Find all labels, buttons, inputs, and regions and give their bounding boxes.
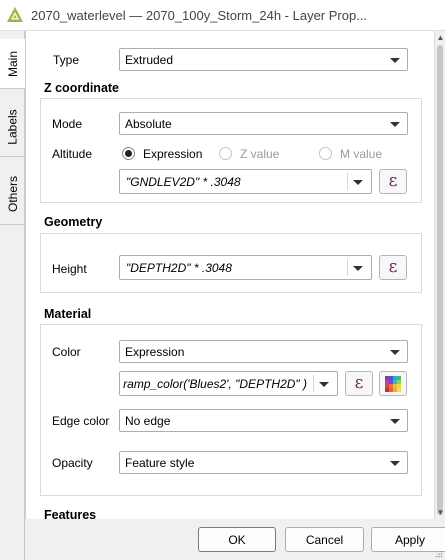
altitude-expression-value: "GNDLEV2D" * .3048	[126, 175, 241, 189]
opacity-select[interactable]: Feature style	[119, 451, 408, 474]
epsilon-icon: ε	[388, 257, 398, 277]
height-expression-button[interactable]: ε	[379, 255, 407, 280]
color-expression-field[interactable]: ramp_color('Blues2', "DEPTH2D" )	[119, 371, 338, 396]
chevron-down-icon	[353, 180, 363, 185]
qgis-logo-icon	[7, 7, 23, 22]
chevron-down-icon	[390, 419, 400, 424]
tab-labels[interactable]: Labels	[0, 97, 25, 157]
chevron-down-icon	[390, 461, 400, 466]
opacity-label: Opacity	[52, 456, 93, 470]
type-label: Type	[53, 53, 80, 67]
epsilon-icon: ε	[354, 373, 364, 393]
scroll-down-icon[interactable]: ▼	[436, 508, 445, 517]
apply-button[interactable]: Apply	[371, 527, 445, 552]
tab-main-label: Main	[5, 50, 20, 77]
radio-m-value[interactable]	[319, 147, 332, 160]
edge-color-select[interactable]: No edge	[119, 409, 408, 432]
radio-z-value[interactable]	[219, 147, 232, 160]
scrollbar-thumb[interactable]	[437, 45, 443, 515]
height-expression-field[interactable]: "DEPTH2D" * .3048	[119, 255, 372, 280]
altitude-label: Altitude	[52, 147, 93, 161]
edge-color-value: No edge	[125, 414, 171, 428]
color-mode-select[interactable]: Expression	[119, 340, 408, 363]
geometry-title: Geometry	[44, 215, 103, 229]
altitude-expression-button[interactable]: ε	[379, 169, 407, 194]
chevron-down-icon	[390, 58, 400, 63]
edge-color-label: Edge color	[52, 414, 110, 428]
vertical-scrollbar[interactable]: ▲ ▼	[434, 31, 445, 519]
cancel-button[interactable]: Cancel	[285, 527, 364, 552]
ok-button[interactable]: OK	[198, 527, 276, 552]
features-title: Features	[44, 508, 97, 519]
color-ramp-button[interactable]	[379, 371, 407, 396]
altitude-expression-field[interactable]: "GNDLEV2D" * .3048	[119, 169, 372, 194]
color-expression-button[interactable]: ε	[345, 371, 373, 396]
window-title: 2070_waterlevel — 2070_100y_Storm_24h - …	[31, 8, 368, 23]
radio-z-value-label: Z value	[240, 147, 280, 161]
mode-select[interactable]: Absolute	[119, 112, 408, 135]
color-mode-value: Expression	[125, 345, 185, 359]
height-expression-value: "DEPTH2D" * .3048	[126, 261, 232, 275]
opacity-value: Feature style	[125, 456, 195, 470]
radio-m-value-label: M value	[340, 147, 383, 161]
type-select-value: Extruded	[125, 53, 174, 67]
title-bar: 2070_waterlevel — 2070_100y_Storm_24h - …	[0, 0, 445, 31]
resize-grip-icon[interactable]	[435, 550, 443, 558]
height-label: Height	[52, 262, 87, 276]
tab-others-label: Others	[5, 175, 20, 212]
radio-expression[interactable]	[122, 147, 135, 160]
z-coordinate-title: Z coordinate	[44, 81, 120, 95]
epsilon-icon: ε	[388, 171, 398, 191]
scroll-up-icon[interactable]: ▲	[436, 33, 445, 42]
main-panel: Type Extruded Z coordinate Mode Absolute…	[25, 31, 434, 519]
tab-others[interactable]: Others	[0, 163, 25, 225]
color-label: Color	[52, 345, 81, 359]
chevron-down-icon	[353, 266, 363, 271]
color-expression-value: ramp_color('Blues2', "DEPTH2D" )	[123, 377, 307, 391]
color-ramp-icon	[385, 375, 401, 392]
side-tab-bar: Main Labels Others	[0, 31, 26, 560]
radio-expression-label: Expression	[143, 147, 203, 161]
tab-main[interactable]: Main	[0, 39, 26, 89]
tab-labels-label: Labels	[5, 108, 20, 145]
chevron-down-icon	[390, 122, 400, 127]
mode-label: Mode	[52, 117, 83, 131]
mode-select-value: Absolute	[125, 117, 172, 131]
chevron-down-icon	[390, 350, 400, 355]
type-select[interactable]: Extruded	[119, 48, 408, 71]
chevron-down-icon	[319, 382, 329, 387]
material-title: Material	[44, 307, 92, 321]
